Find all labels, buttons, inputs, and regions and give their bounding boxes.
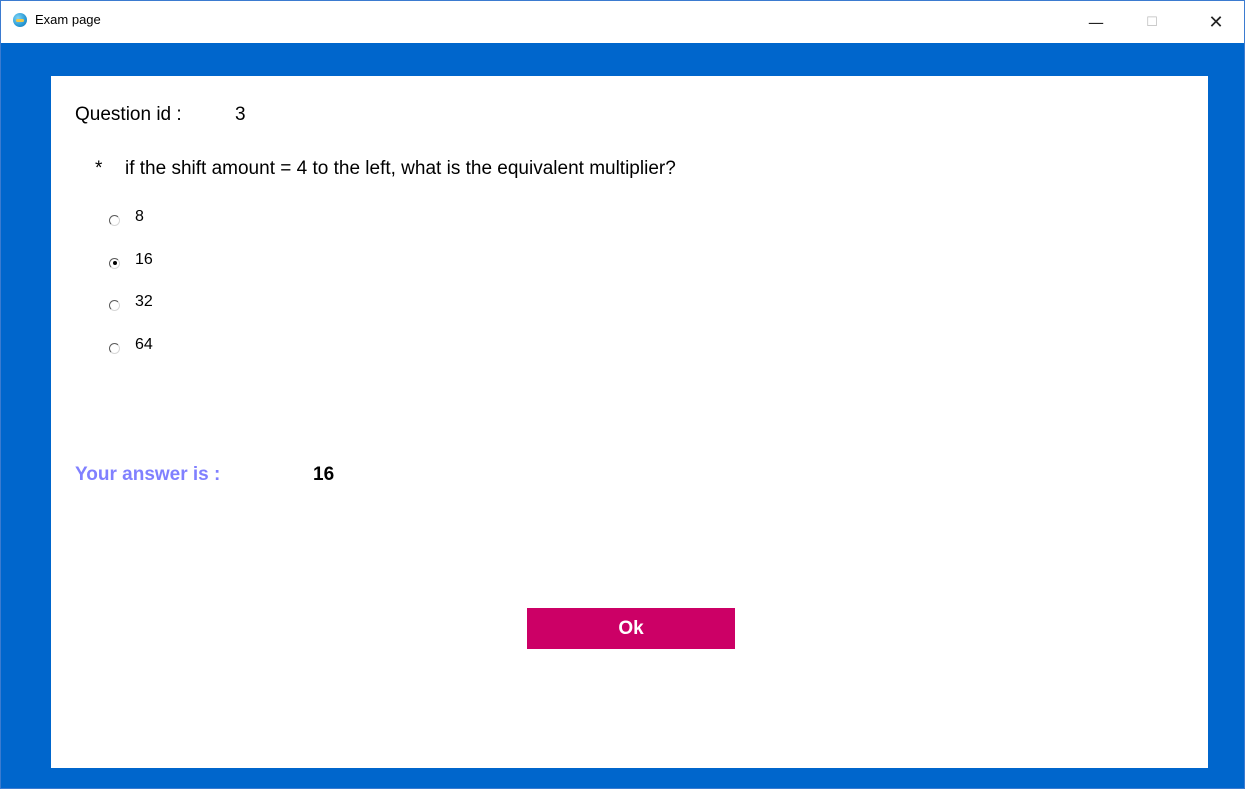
title-bar[interactable]: Exam page — ☐ ✕ [1, 1, 1244, 43]
question-id-value: 3 [235, 104, 246, 125]
question-id-label: Question id : [75, 104, 182, 125]
radio-button[interactable] [109, 257, 120, 269]
option-label: 16 [135, 251, 153, 268]
option-item[interactable]: 8 [109, 205, 144, 229]
option-label: 32 [135, 293, 153, 310]
radio-button[interactable] [109, 299, 120, 311]
maximize-button[interactable]: ☐ [1129, 1, 1175, 43]
exam-window: Exam page — ☐ ✕ Question id : 3 * if the… [0, 0, 1245, 789]
option-label: 8 [135, 208, 144, 225]
answer-label: Your answer is : [75, 464, 221, 485]
answer-value: 16 [313, 464, 335, 485]
option-item[interactable]: 64 [109, 333, 153, 357]
option-item[interactable]: 16 [109, 248, 153, 272]
window-title: Exam page [35, 12, 101, 27]
question-text: if the shift amount = 4 to the left, wha… [125, 158, 676, 179]
exam-content-panel: Question id : 3 * if the shift amount = … [51, 76, 1208, 768]
radio-button[interactable] [109, 342, 120, 354]
app-icon [13, 13, 27, 27]
question-bullet: * [95, 158, 103, 179]
minimize-button[interactable]: — [1073, 1, 1119, 43]
option-item[interactable]: 32 [109, 290, 153, 314]
close-button[interactable]: ✕ [1193, 1, 1239, 43]
ok-button[interactable]: Ok [527, 608, 735, 649]
radio-button[interactable] [109, 214, 120, 226]
option-label: 64 [135, 336, 153, 353]
